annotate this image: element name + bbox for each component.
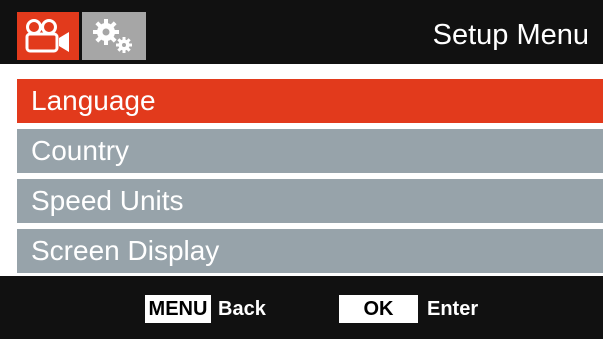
menu-item-country[interactable]: Country: [17, 129, 603, 173]
gears-icon: [93, 19, 132, 53]
page-title: Setup Menu: [432, 19, 589, 51]
tab-video-mode[interactable]: [17, 12, 79, 60]
menu-item-language[interactable]: Language: [17, 79, 603, 123]
ok-key-badge[interactable]: OK: [339, 295, 418, 323]
menu-key-badge[interactable]: MENU: [145, 295, 211, 323]
footer-bar: MENU Back OK Enter: [0, 276, 603, 339]
video-camera-icon: [25, 19, 69, 53]
header-bar: Setup Menu: [0, 0, 603, 64]
tab-settings[interactable]: [82, 12, 146, 60]
dashcam-screen: Setup Menu Language Country Speed Units …: [0, 0, 603, 339]
menu-item-speed-units[interactable]: Speed Units: [17, 179, 603, 223]
back-label: Back: [218, 298, 266, 320]
setup-menu-list: Language Country Speed Units Screen Disp…: [17, 79, 603, 279]
enter-label: Enter: [427, 298, 479, 320]
menu-item-screen-display[interactable]: Screen Display: [17, 229, 603, 273]
